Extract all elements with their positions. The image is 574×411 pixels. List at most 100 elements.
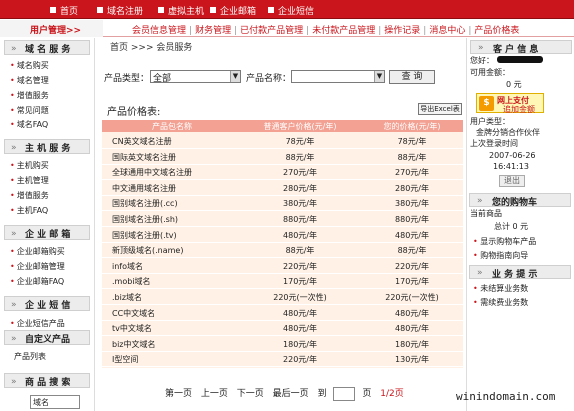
your-price-cell: 880元/年: [395, 215, 429, 224]
filter-type-label: 产品类型：: [104, 74, 150, 84]
product-name-cell: I型空间: [112, 355, 139, 365]
section-head-tips: » 业 务 提 示: [469, 265, 571, 280]
sidebar-item-host-value[interactable]: • 增值服务: [10, 190, 49, 201]
product-search-input[interactable]: 域名: [30, 395, 80, 409]
query-button[interactable]: 查 询: [389, 70, 435, 84]
first-page-link[interactable]: 第一页: [165, 389, 192, 399]
sidebar-item-host-buy[interactable]: • 主机购买: [10, 160, 49, 171]
nav-domain-register[interactable]: 域名注册: [97, 4, 143, 17]
sidebar-item-mail-faq[interactable]: • 企业邮箱FAQ: [10, 276, 64, 287]
table-row: 新顶级域名(.name) 88元/年 88元/年: [102, 243, 463, 259]
product-name-cell: 国际英文域名注册: [112, 152, 176, 162]
section-title: 客 户 信 息: [493, 45, 539, 55]
cart-guide-link[interactable]: • 购物指南向导: [473, 250, 528, 261]
product-name-cell: CN英文域名注册: [112, 137, 172, 146]
normal-price-cell: 88元/年: [285, 152, 315, 162]
normal-price-cell: 220元/年: [283, 261, 317, 271]
sidebar-item-mail-manage[interactable]: • 企业邮箱管理: [10, 261, 65, 272]
pay-line2: 追加金额: [503, 105, 535, 114]
goto-label: 到: [317, 389, 327, 399]
sidebar-item-sms-product[interactable]: • 企业短信产品: [10, 318, 65, 329]
last-login-date: 2007-06-26: [489, 151, 536, 160]
link-unpaid-products[interactable]: 未付款产品管理: [312, 26, 375, 36]
section-title: 主 机 服 务: [25, 144, 71, 154]
last-page-link[interactable]: 最后一页: [273, 389, 309, 399]
watermark: winindomain.com: [456, 390, 556, 403]
nav-enterprise-mail[interactable]: 企业邮箱: [210, 4, 256, 17]
sidebar-item-host-manage[interactable]: • 主机管理: [10, 175, 49, 186]
nav-home[interactable]: 首页: [50, 4, 78, 17]
filter-name-label: 产品名称：: [246, 74, 292, 84]
your-price-cell: 380元/年: [395, 199, 429, 209]
table-row: .biz域名 220元(一次性) 220元(一次性): [102, 290, 463, 305]
your-price-cell: 270元/年: [395, 168, 429, 178]
sidebar-item-domain-manage[interactable]: • 域名管理: [10, 75, 49, 86]
sidebar-item-domain-faq-common[interactable]: • 常见问题: [10, 105, 49, 116]
your-price-cell: 88元/年: [397, 246, 427, 256]
link-paid-products[interactable]: 已付款产品管理: [240, 26, 303, 36]
your-price-cell: 130元/年: [395, 355, 429, 365]
product-type-select[interactable]: 全部 ▼: [150, 70, 241, 84]
select-value: 全部: [153, 74, 172, 84]
link-message-center[interactable]: 消息中心: [429, 26, 465, 36]
left-sidebar: » 域 名 服 务 • 域名购买 • 域名管理 • 增值服务 • 常见问题 • 域名FAQ …: [0, 38, 95, 411]
sidebar-item-domain-buy[interactable]: • 域名购买: [10, 60, 49, 71]
column-header: 普通客户价格(元/年): [263, 122, 337, 131]
normal-price-cell: 480元/年: [283, 308, 317, 318]
section-title: 自定义产品: [25, 335, 71, 345]
product-name-cell: 国别域名注册(.sh): [112, 215, 179, 224]
square-icon: [210, 7, 216, 13]
next-page-link[interactable]: 下一页: [237, 389, 264, 399]
online-pay-button[interactable]: $ 网上支付 追加金额: [476, 93, 544, 114]
table-row: 中文通用域名注册 280元/年 280元/年: [102, 181, 463, 196]
product-name-select[interactable]: ▼: [291, 70, 385, 83]
logout-button[interactable]: 退出: [499, 175, 525, 187]
arrow-icon: »: [11, 229, 17, 239]
product-name-cell: tv中文域名: [112, 324, 152, 334]
sidebar-item-product-list[interactable]: 产品列表: [14, 351, 46, 362]
sidebar-item-domain-faq[interactable]: • 域名FAQ: [10, 119, 48, 130]
table-row: 国别域名注册(.tv) 480元/年 480元/年: [102, 228, 463, 243]
balance-value: 0 元: [506, 80, 522, 89]
product-name-cell: info域名: [112, 261, 144, 271]
arrow-icon: »: [11, 334, 17, 344]
arrow-icon: »: [478, 43, 484, 53]
export-excel-button[interactable]: 导出Excel表: [418, 103, 462, 115]
normal-price-cell: 270元/年: [283, 168, 317, 178]
section-title: 商 品 搜 索: [25, 378, 71, 388]
sidebar-item-mail-buy[interactable]: • 企业邮箱购买: [10, 246, 65, 257]
sidebar-item-domain-value[interactable]: • 增值服务: [10, 90, 49, 101]
chevron-down-icon: ▼: [230, 71, 240, 82]
section-head-cart: » 您的购物车: [469, 193, 571, 208]
square-icon: [268, 7, 274, 13]
tip-renewal[interactable]: • 需续费业务数: [473, 297, 528, 308]
nav-virtual-host[interactable]: 虚拟主机: [158, 4, 204, 17]
section-head-host: » 主 机 服 务: [4, 139, 90, 154]
nav-enterprise-sms[interactable]: 企业短信: [268, 4, 314, 17]
link-operation-log[interactable]: 操作记录: [384, 26, 420, 36]
sidebar-item-host-faq[interactable]: • 主机FAQ: [10, 205, 48, 216]
table-row: info域名 220元/年 220元/年: [102, 259, 463, 274]
section-title: 您的购物车: [492, 198, 538, 208]
link-finance[interactable]: 财务管理: [195, 26, 231, 36]
section-title: 域 名 服 务: [25, 45, 71, 55]
tip-unsettled[interactable]: • 未结算业务数: [473, 283, 528, 294]
normal-price-cell: 170元/年: [283, 277, 317, 287]
product-name-cell: .mobi域名: [112, 277, 151, 287]
cart-show-link[interactable]: • 显示购物车产品: [473, 236, 536, 247]
user-management-label: 用户管理>>: [0, 20, 103, 37]
column-header: 您的价格(元/年): [383, 122, 441, 131]
user-type-value: 金牌分销合作伙伴: [476, 128, 540, 137]
your-price-cell: 480元/年: [395, 324, 429, 334]
normal-price-cell: 880元/年: [283, 215, 317, 224]
table-row: 国别域名注册(.sh) 880元/年 880元/年: [102, 212, 463, 227]
normal-price-cell: 220元/年: [283, 355, 317, 365]
table-row: 国际英文域名注册 88元/年 88元/年: [102, 150, 463, 165]
prev-page-link[interactable]: 上一页: [201, 389, 228, 399]
page-number-input[interactable]: [333, 386, 356, 401]
section-title: 业 务 提 示: [492, 270, 538, 280]
section-title: 企 业 短 信: [25, 301, 71, 311]
link-member-info[interactable]: 会员信息管理: [132, 26, 186, 36]
link-price-list[interactable]: 产品价格表: [474, 26, 519, 36]
arrow-icon: »: [11, 377, 17, 387]
